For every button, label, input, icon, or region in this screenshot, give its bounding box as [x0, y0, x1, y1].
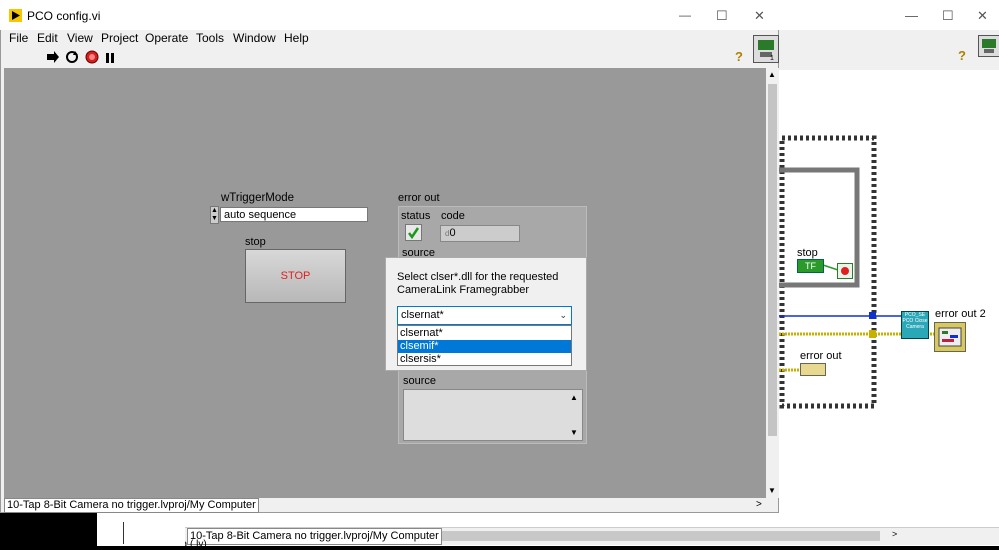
dll-dropdown-list: clsernat* clsemif* clsersis*	[397, 325, 572, 366]
scroll-up-arrow[interactable]: ▲	[768, 70, 776, 79]
scroll-down-arrow[interactable]: ▼	[768, 486, 776, 495]
bd-toolbar	[779, 30, 999, 70]
status-label: status	[401, 210, 431, 222]
dll-select-combo[interactable]: clsernat* ⌄	[397, 306, 572, 325]
bd-wire-fragment	[123, 522, 124, 544]
dropdown-option-highlighted[interactable]: clsemif*	[398, 340, 571, 353]
menu-help[interactable]: Help	[284, 31, 309, 45]
stop-button[interactable]: STOP	[245, 249, 346, 303]
menu-operate[interactable]: Operate	[145, 31, 188, 45]
dropdown-option[interactable]: clsernat*	[398, 327, 571, 340]
bd-minimize-button[interactable]: —	[905, 8, 918, 23]
bd-error-out2-terminal[interactable]	[934, 322, 966, 352]
bd-maximize-button[interactable]: ☐	[942, 8, 954, 24]
bd-error-out-label: error out	[800, 350, 842, 362]
bd-stop-terminal[interactable]	[837, 263, 853, 279]
abort-icon[interactable]	[85, 50, 99, 67]
close-button[interactable]: ✕	[754, 8, 765, 24]
ring-increment-icon[interactable]: ▲ ▼	[210, 206, 219, 224]
stop-label: stop	[245, 236, 266, 248]
chevron-down-icon[interactable]: ⌄	[559, 307, 567, 324]
run-arrow-icon[interactable]	[46, 51, 60, 66]
pause-icon[interactable]	[105, 52, 115, 66]
horizontal-scrollbar[interactable]	[249, 498, 766, 512]
trigger-mode-label: wTriggerMode	[221, 192, 295, 204]
scroll-right-arrow[interactable]: >	[756, 499, 762, 510]
menu-edit[interactable]: Edit	[37, 31, 58, 45]
labview-app-icon	[9, 9, 22, 22]
menu-view[interactable]: View	[67, 31, 93, 45]
menu-file[interactable]: File	[9, 31, 28, 45]
code-value: 0	[449, 227, 456, 239]
trigger-mode-ring[interactable]: auto sequence	[220, 207, 368, 222]
source-scroll-down-icon[interactable]: ▼	[570, 428, 578, 437]
code-label: code	[441, 210, 465, 222]
title-bar	[0, 0, 779, 30]
menu-project[interactable]: Project	[101, 31, 138, 45]
bd-help-icon[interactable]: ?	[958, 48, 966, 63]
source-label-lower: source	[403, 375, 437, 387]
project-path: 10-Tap 8-Bit Camera no trigger.lvproj/My…	[4, 498, 259, 513]
bd-project-path: 10-Tap 8-Bit Camera no trigger.lvproj/My…	[187, 528, 442, 545]
error-out-label: error out	[398, 192, 440, 204]
bd-vi-icon[interactable]	[978, 35, 999, 57]
diagram-wires	[779, 135, 937, 409]
bd-error-out-terminal[interactable]	[800, 363, 826, 376]
bd-stop-label: stop	[797, 247, 818, 259]
bd-close-button[interactable]: ✕	[977, 8, 988, 24]
toolbar	[0, 47, 779, 67]
pco-close-camera-subvi[interactable]: PCO_SE PCO Close Camera	[901, 311, 929, 339]
vertical-scroll-thumb[interactable]	[768, 84, 777, 436]
run-continuously-icon[interactable]	[65, 50, 79, 67]
help-icon[interactable]: ?	[735, 49, 743, 64]
status-check-icon	[405, 224, 422, 241]
bd-error-out2-label: error out 2	[935, 308, 986, 320]
maximize-button[interactable]: ☐	[716, 8, 728, 24]
bd-bool-constant[interactable]: TF	[797, 259, 824, 273]
bd-scroll-right-arrow[interactable]: >	[892, 529, 897, 539]
dialog-message: Select clser*.dll for the requested Came…	[397, 271, 559, 296]
source-textbox[interactable]	[403, 389, 583, 441]
menu-window[interactable]: Window	[233, 31, 276, 45]
dropdown-option[interactable]: clsersis*	[398, 353, 571, 366]
window-title: PCO config.vi	[27, 9, 101, 23]
bd-left-patch	[97, 522, 185, 546]
code-field: d0	[440, 225, 520, 242]
combo-selected-value: clsernat*	[401, 309, 444, 321]
menu-tools[interactable]: Tools	[196, 31, 224, 45]
minimize-button[interactable]: —	[679, 8, 691, 22]
source-scroll-up-icon[interactable]: ▲	[570, 393, 578, 402]
